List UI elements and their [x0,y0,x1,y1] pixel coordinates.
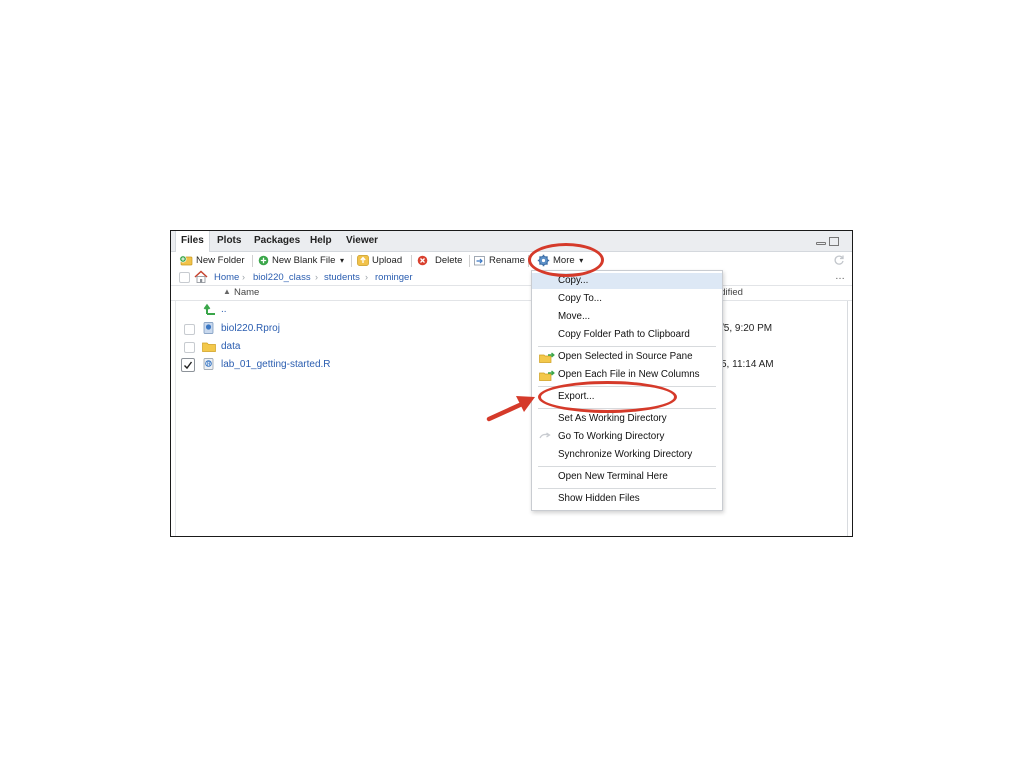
menu-item-copy-folder-path[interactable]: Copy Folder Path to Clipboard [532,326,722,344]
toolbar-divider [469,255,470,267]
breadcrumb-separator-icon: › [365,272,368,282]
file-checkbox-checked[interactable] [181,358,195,372]
folder-icon [202,342,216,352]
up-arrow-icon [203,303,215,315]
annotation-circle-more [528,243,604,277]
menu-item-set-as-working-directory[interactable]: Set As Working Directory [532,410,722,428]
open-columns-icon [539,370,555,381]
files-pane: Files Plots Packages Help Viewer New Fol… [170,230,853,537]
breadcrumb-students[interactable]: students [324,271,360,284]
rename-label: Rename [489,255,525,266]
tab-packages[interactable]: Packages [249,231,305,251]
file-row[interactable]: R lab_01_getting-started.R 5, 11:14 AM [171,356,852,374]
tab-files[interactable]: Files [175,231,210,252]
file-name[interactable]: biol220.Rproj [221,323,280,335]
breadcrumb-biol220-class[interactable]: biol220_class [253,271,311,284]
dropdown-caret-icon: ▾ [340,256,345,265]
breadcrumb-rominger[interactable]: rominger [375,271,413,284]
tab-plots[interactable]: Plots [212,231,246,251]
file-modified: 5, 11:14 AM [721,359,774,370]
file-checkbox[interactable] [184,342,195,353]
menu-item-synchronize-working-directory[interactable]: Synchronize Working Directory [532,446,722,464]
select-all-checkbox[interactable] [179,272,190,283]
add-circle-icon [258,255,269,266]
menu-item-go-to-working-directory[interactable]: Go To Working Directory [532,428,722,446]
menu-item-label: Open Selected in Source Pane [558,351,693,362]
rename-button[interactable]: Rename [474,254,525,268]
tab-viewer[interactable]: Viewer [341,231,383,251]
rproj-icon [203,322,214,334]
menu-item-open-selected-in-source-pane[interactable]: Open Selected in Source Pane [532,348,722,366]
upload-label: Upload [372,255,403,266]
r-script-icon: R [203,358,214,370]
file-modified: /5, 9:20 PM [721,323,773,334]
delete-button[interactable]: Delete [417,254,462,268]
menu-item-show-hidden-files[interactable]: Show Hidden Files [532,490,722,508]
menu-item-label: Open Each File in New Columns [558,369,700,380]
toolbar-divider [411,255,412,267]
file-row-parent[interactable]: .. [171,301,852,319]
menu-item-copy-to[interactable]: Copy To... [532,290,722,308]
file-name[interactable]: lab_01_getting-started.R [221,359,331,371]
path-bar: Home › biol220_class › students › roming… [171,270,852,286]
file-list-header: ▲ Name Modified [171,286,852,301]
files-toolbar: New Folder New Blank File ▾ Upload Delet… [171,252,852,270]
toolbar-divider [351,255,352,267]
column-header-name[interactable]: Name [234,287,259,299]
new-blank-file-button[interactable]: New Blank File ▾ [258,254,344,268]
refresh-icon[interactable] [833,254,845,266]
checkmark-icon [184,361,193,370]
file-row[interactable]: data [171,338,852,356]
overflow-menu-icon[interactable]: … [835,270,845,283]
breadcrumb-home[interactable]: Home [214,271,239,284]
new-folder-button[interactable]: New Folder [179,254,245,268]
file-name[interactable]: .. [221,304,227,316]
breadcrumb-separator-icon: › [315,272,318,282]
home-icon[interactable] [194,270,208,283]
file-checkbox[interactable] [184,324,195,335]
annotation-arrow-icon [486,396,535,422]
file-row[interactable]: biol220.Rproj /5, 9:20 PM [171,320,852,338]
delete-label: Delete [435,255,463,266]
menu-separator [538,488,716,489]
menu-item-open-new-terminal-here[interactable]: Open New Terminal Here [532,468,722,486]
svg-text:R: R [207,362,211,368]
new-blank-file-label: New Blank File [272,255,336,266]
menu-item-label: Go To Working Directory [558,431,665,442]
maximize-pane-icon[interactable] [829,237,839,246]
new-folder-label: New Folder [196,255,245,266]
menu-item-move[interactable]: Move... [532,308,722,326]
rename-icon [474,256,485,266]
tab-help[interactable]: Help [305,231,337,251]
minimize-pane-icon[interactable] [816,242,826,245]
upload-icon [357,255,369,266]
open-source-icon [539,352,555,363]
toolbar-divider [252,255,253,267]
menu-separator [538,346,716,347]
sort-ascending-icon: ▲ [223,287,231,296]
annotation-circle-export [538,381,677,413]
delete-icon [417,255,428,266]
file-name[interactable]: data [221,341,240,353]
pane-tab-bar: Files Plots Packages Help Viewer [171,231,852,252]
breadcrumb-separator-icon: › [242,272,245,282]
upload-button[interactable]: Upload [357,254,402,268]
goto-arrow-icon [539,432,551,439]
menu-separator [538,466,716,467]
new-folder-icon [179,255,193,266]
